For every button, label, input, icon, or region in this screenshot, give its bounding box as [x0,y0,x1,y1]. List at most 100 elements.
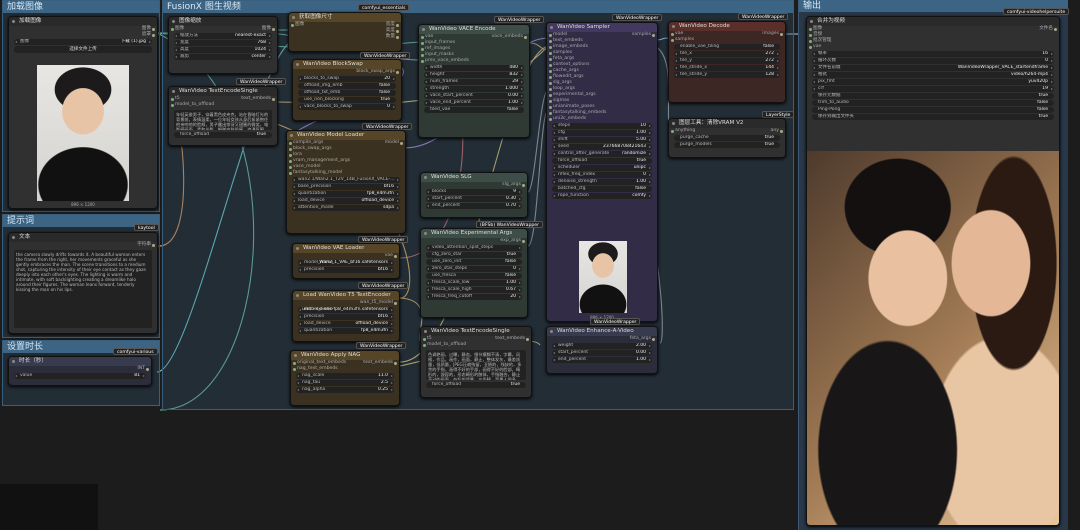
height-widget[interactable]: 高度1024 [174,47,272,53]
vace-end-percent[interactable]: vace_end_percent1.00 [424,100,524,106]
nag-alpha[interactable]: nag_alpha0.25 [296,387,394,393]
upload-button[interactable]: 选择文件上传 [14,46,152,53]
rope-function[interactable]: rope_functioncomfy [552,193,652,199]
batched-cfg[interactable]: batched_cfg false [552,186,652,192]
enhance-weight[interactable]: weight2.00 [552,343,652,349]
load-image-node[interactable]: 加载图像 图像 遮罩 图像下载 (1).jpg 选择文件上传 896 × 120… [8,16,158,209]
use-fresca[interactable]: use_fresca false [426,273,522,279]
vace-height[interactable]: height832 [424,72,524,78]
offload-txt-emb[interactable]: offload_txt_emb false [298,90,396,96]
enhance-end[interactable]: end_percent1.00 [552,357,652,363]
node-title[interactable]: WanVideo TextEncodeSingle [169,87,277,96]
nag-scale[interactable]: nag_scale11.0 [296,373,394,379]
force-offload[interactable]: force_offload true [552,158,652,164]
base-precision[interactable]: base_precisionbf16 [292,184,400,190]
attn-split-steps[interactable]: video_attention_split_steps [426,245,522,251]
filename-prefix[interactable]: 文件名前缀WanVideoWrapper_VACE_startendframe [812,65,1054,71]
fresca-low[interactable]: fresca_scale_low1.00 [426,280,522,286]
model-select[interactable]: wan2.1/Wan2.1_T2V_14B_FusionX_VACE-... [292,177,400,183]
node-title[interactable]: Load WanVideo T5 TextEncoder [293,291,399,300]
load-device[interactable]: load_deviceoffload_device [292,198,400,204]
vae-precision[interactable]: precisionbf16 [298,267,394,273]
output-string[interactable]: 字符串 [137,242,151,248]
cfg-zero-star[interactable]: cfg_zero_star true [426,252,522,258]
apply-nag-node[interactable]: WanVideo Apply NAG original_text_embeds t… [290,350,400,406]
t5-model[interactable]: model_nameumt5-xxl-enc-fp8_e4m3fn.safete… [298,307,394,313]
offload-img-emb[interactable]: offload_img_emb false [298,83,396,89]
crf[interactable]: crf19 [812,86,1054,92]
vace-tiled-vae[interactable]: tiled_vae false [424,107,524,113]
enhance-start[interactable]: start_percent0.00 [552,350,652,356]
shift[interactable]: shift5.00 [552,137,652,143]
image-scale-node[interactable]: 图像缩放 图像图像 缩放方法nearest-exact 宽度768 高度1024… [168,16,278,74]
fresca-cutoff[interactable]: fresca_freq_cutoff20 [426,294,522,300]
slg-start[interactable]: start_percent0.30 [426,196,522,202]
sampler-input[interactable]: uni3c_embeds [547,116,657,122]
fresca-high[interactable]: fresca_scale_high0.67 [426,287,522,293]
enhance-a-video-node[interactable]: WanVideo Enhance-A-Video feta_args weigh… [546,326,658,374]
tile-y[interactable]: tile_y272 [674,58,780,64]
quantization[interactable]: quantizationfp8_e4m3fn [292,191,400,197]
vace-strength[interactable]: strength1.000 [424,86,524,92]
vace-width[interactable]: width480 [424,65,524,71]
vace-encode-node[interactable]: WanVideo VACE Encode vae vace_embeds inpu… [418,24,530,138]
use-zero-init[interactable]: use_zero_init false [426,259,522,265]
save-metadata[interactable]: 保存元数据 true [812,93,1054,99]
blocks-to-swap[interactable]: blocks_to_swap20 [298,76,396,82]
prompt-text-node[interactable]: 文本 字符串 the camera slowly drifts towards … [8,232,158,334]
format[interactable]: 格式video/h264-mp4 [812,72,1054,78]
model-loader-node[interactable]: WanVideo Model Loader compile_args model … [286,130,406,234]
enable-vae-tiling[interactable]: enable_vae_tiling false [674,44,780,50]
node-title[interactable]: WanVideo BlockSwap [293,60,401,69]
node-title[interactable]: WanVideo VACE Encode [419,25,529,34]
node-title[interactable]: WanVideo Sampler [547,23,657,32]
node-title[interactable]: WanVideo Model Loader [287,131,405,140]
node-title[interactable]: 获取图像尺寸 [289,13,401,22]
duration-value[interactable]: value81 [14,373,146,379]
decode-node[interactable]: WanVideo Decode vae images samples enable… [668,21,786,103]
save-output[interactable]: 保存到输出文件夹 true [812,114,1054,120]
t5-quantization[interactable]: quantizationfp8_e4m3fn [298,328,394,334]
vace-start-percent[interactable]: vace_start_percent0.00 [424,93,524,99]
t5-precision[interactable]: precisionbf16 [298,314,394,320]
vace-blocks-to-swap[interactable]: vace_blocks_to_swap0 [298,104,396,110]
negative-prompt[interactable]: 色调艳丽，过曝，静态，细节模糊不清，字幕，风格，作品，画作，画面，静止，整体发灰… [426,350,526,380]
node-canvas[interactable]: 加载图像 加载图像 图像 遮罩 图像下载 (1).jpg 选择文件上传 896 … [0,0,1080,530]
riflex-freq-index[interactable]: riflex_freq_index0 [552,172,652,178]
scheduler[interactable]: schedulerunipc [552,165,652,171]
node-title[interactable]: 合并为视频 [807,17,1059,26]
output-int[interactable]: INT [137,366,145,372]
node-title[interactable]: 加载图像 [9,17,157,26]
purge-models[interactable]: purge_models true [674,142,780,148]
clear-vram-node[interactable]: 图层工具：清除VRAM V2 anything any purge_cache tr… [668,118,786,158]
node-title[interactable]: 文本 [9,233,157,242]
control-after-generate[interactable]: control_after_generaterandomize [552,151,652,157]
node-title[interactable]: WanVideo Apply NAG [291,351,399,360]
node-title[interactable]: WanVideo Enhance-A-Video [547,327,657,336]
node-title[interactable]: WanVideo SLG [421,173,527,182]
t5-encoder-node[interactable]: Load WanVideo T5 TextEncoder wan_t5_mode… [292,290,400,342]
cfg[interactable]: cfg1.00 [552,130,652,136]
denoise-strength[interactable]: denoise_strength1.00 [552,179,652,185]
node-title[interactable]: 时长（秒） [9,357,151,366]
experimental-args-node[interactable]: WanVideo Experimental Args exp_args vide… [420,228,528,318]
vace-num-frames[interactable]: num_frames29 [424,79,524,85]
tile-x[interactable]: tile_x272 [674,51,780,57]
node-title[interactable]: WanVideo Decode [669,22,785,31]
node-title[interactable]: 图层工具：清除VRAM V2 [669,119,785,128]
tile-stride-y[interactable]: tile_stride_y128 [674,72,780,78]
text-encode-positive-node[interactable]: WanVideo TextEncodeSingle t5 text_embeds … [168,86,278,146]
steps[interactable]: steps10 [552,123,652,129]
prompt-textarea[interactable]: the camera slowly drifts towards it. A b… [14,250,152,328]
node-title[interactable]: WanVideo Experimental Args [421,229,527,238]
slg-blocks[interactable]: blocks9 [426,189,522,195]
nag-tau[interactable]: nag_tau2.5 [296,380,394,386]
ping-pong[interactable]: Ping-Pong false [812,107,1054,113]
node-title[interactable]: WanVideo TextEncodeSingle [421,327,531,336]
output-mask[interactable]: 遮罩 [142,32,151,38]
video-combine-node[interactable]: 合并为视频 图像文件名 音频 批次管理 vae 帧率16 循环次数0 文件名前缀… [806,16,1060,526]
crop-widget[interactable]: 裁剪center [174,54,272,60]
zero-star-steps[interactable]: zero_star_steps0 [426,266,522,272]
vae-loader-node[interactable]: WanVideo VAE Loader vae model_nameWan2_1… [292,243,400,279]
image-select[interactable]: 图像下载 (1).jpg [14,39,152,45]
